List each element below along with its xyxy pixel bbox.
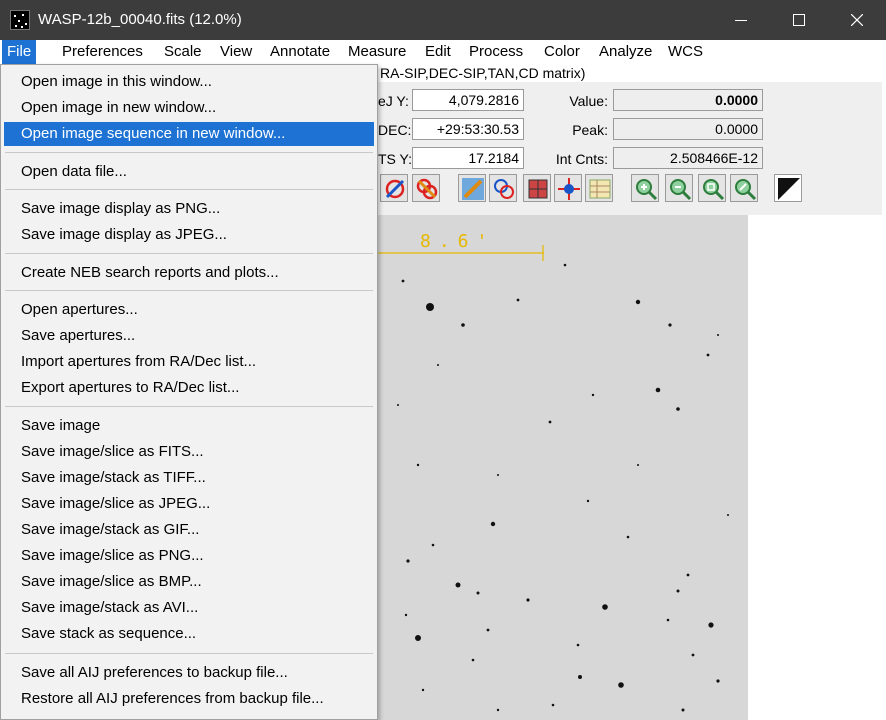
menu-separator <box>5 189 373 190</box>
title-bar: WASP-12b_00040.fits (12.0%) <box>0 0 886 40</box>
close-icon <box>851 14 863 26</box>
menu-save-display-png[interactable]: Save image display as PNG... <box>4 197 374 221</box>
label-int-cnts: Int Cnts: <box>555 151 608 167</box>
table-icon <box>589 179 611 199</box>
label-value: Value: <box>569 93 608 109</box>
menu-bar: File Preferences Scale View Annotate Mea… <box>0 40 886 64</box>
label-j-y: eJ Y: <box>378 93 409 109</box>
menu-separator <box>5 653 373 654</box>
tool-zoom-fit-button[interactable] <box>698 174 726 202</box>
menu-save-preferences-backup[interactable]: Save all AIJ preferences to backup file.… <box>4 661 374 685</box>
menu-save-stack-avi[interactable]: Save image/stack as AVI... <box>4 596 374 620</box>
tool-annotate-button[interactable] <box>458 174 486 202</box>
menu-save-display-jpeg[interactable]: Save image display as JPEG... <box>4 223 374 247</box>
clear-overlay-icon <box>385 179 405 199</box>
menu-file[interactable]: File <box>2 40 37 64</box>
minimize-button[interactable] <box>718 0 764 40</box>
wcs-info-text: RA-SIP,DEC-SIP,TAN,CD matrix) <box>380 65 586 81</box>
tool-aperture-button[interactable] <box>489 174 517 202</box>
tool-crosshair-button[interactable] <box>554 174 582 202</box>
maximize-icon <box>793 14 805 26</box>
field-peak[interactable]: 0.0000 <box>613 118 763 140</box>
menu-separator <box>5 406 373 407</box>
menu-scale[interactable]: Scale <box>159 40 207 64</box>
fits-image-canvas[interactable]: 8.6' <box>378 215 748 720</box>
menu-save-image[interactable]: Save image <box>4 414 374 438</box>
zoom-out-icon <box>670 179 692 201</box>
field-dec[interactable]: +29:53:30.53 <box>412 118 524 140</box>
maximize-button[interactable] <box>776 0 822 40</box>
field-fits-y[interactable]: 17.2184 <box>412 147 524 169</box>
tool-clear-overlay-button[interactable] <box>380 174 408 202</box>
menu-color[interactable]: Color <box>539 40 585 64</box>
tool-zoom-max-button[interactable] <box>730 174 758 202</box>
menu-save-apertures[interactable]: Save apertures... <box>4 324 374 348</box>
tool-sky-button[interactable] <box>523 174 551 202</box>
tool-remove-apertures-button[interactable] <box>412 174 440 202</box>
minimize-icon <box>735 20 747 21</box>
menu-preferences[interactable]: Preferences <box>57 40 148 64</box>
menu-open-image-new-window[interactable]: Open image in new window... <box>4 96 374 120</box>
menu-save-stack-gif[interactable]: Save image/stack as GIF... <box>4 518 374 542</box>
menu-export-apertures[interactable]: Export apertures to RA/Dec list... <box>4 376 374 400</box>
menu-import-apertures[interactable]: Import apertures from RA/Dec list... <box>4 350 374 374</box>
menu-wcs[interactable]: WCS <box>663 40 708 64</box>
remove-apertures-icon <box>416 178 438 200</box>
menu-annotate[interactable]: Annotate <box>265 40 335 64</box>
tool-zoom-out-button[interactable] <box>665 174 693 202</box>
menu-analyze[interactable]: Analyze <box>594 40 657 64</box>
menu-process[interactable]: Process <box>464 40 528 64</box>
sky-grid-icon <box>528 179 548 199</box>
zoom-fit-icon <box>703 179 725 201</box>
tool-zoom-in-button[interactable] <box>631 174 659 202</box>
field-j-y[interactable]: 4,079.2816 <box>412 89 524 111</box>
invert-contrast-icon <box>778 178 800 200</box>
menu-measure[interactable]: Measure <box>343 40 411 64</box>
app-icon <box>10 10 30 30</box>
menu-save-slice-png[interactable]: Save image/slice as PNG... <box>4 544 374 568</box>
crosshair-icon <box>558 178 580 200</box>
menu-open-data-file[interactable]: Open data file... <box>4 160 374 184</box>
label-fits-y: TS Y: <box>378 151 412 167</box>
field-int-cnts[interactable]: 2.508466E-12 <box>613 147 763 169</box>
close-button[interactable] <box>834 0 880 40</box>
menu-separator <box>5 253 373 254</box>
menu-save-slice-jpeg[interactable]: Save image/slice as JPEG... <box>4 492 374 516</box>
tool-invert-button[interactable] <box>774 174 802 202</box>
menu-open-apertures[interactable]: Open apertures... <box>4 298 374 322</box>
menu-save-stack-sequence[interactable]: Save stack as sequence... <box>4 622 374 646</box>
menu-save-slice-bmp[interactable]: Save image/slice as BMP... <box>4 570 374 594</box>
zoom-in-icon <box>636 179 658 201</box>
menu-save-stack-tiff[interactable]: Save image/stack as TIFF... <box>4 466 374 490</box>
file-menu-dropdown: Open image in this window... Open image … <box>0 64 378 720</box>
menu-create-neb-reports[interactable]: Create NEB search reports and plots... <box>4 261 374 285</box>
menu-open-image-this-window[interactable]: Open image in this window... <box>4 70 374 94</box>
menu-separator <box>5 152 373 153</box>
field-value[interactable]: 0.0000 <box>613 89 763 111</box>
label-dec: DEC: <box>378 122 412 138</box>
menu-separator <box>5 290 373 291</box>
zoom-max-icon <box>735 179 757 201</box>
annotate-icon <box>462 178 484 200</box>
menu-open-image-sequence[interactable]: Open image sequence in new window... <box>4 122 374 146</box>
menu-restore-preferences-backup[interactable]: Restore all AIJ preferences from backup … <box>4 687 374 711</box>
aperture-icon <box>494 179 514 199</box>
window-title: WASP-12b_00040.fits (12.0%) <box>38 11 242 28</box>
scale-bar-label: 8.6' <box>420 231 495 252</box>
menu-view[interactable]: View <box>215 40 257 64</box>
menu-edit[interactable]: Edit <box>420 40 456 64</box>
menu-save-slice-fits[interactable]: Save image/slice as FITS... <box>4 440 374 464</box>
star-field: 8.6' <box>378 231 729 712</box>
tool-table-button[interactable] <box>585 174 613 202</box>
label-peak: Peak: <box>572 122 608 138</box>
readout-panel: eJ Y: 4,079.2816 Value: 0.0000 DEC: +29:… <box>378 82 882 215</box>
